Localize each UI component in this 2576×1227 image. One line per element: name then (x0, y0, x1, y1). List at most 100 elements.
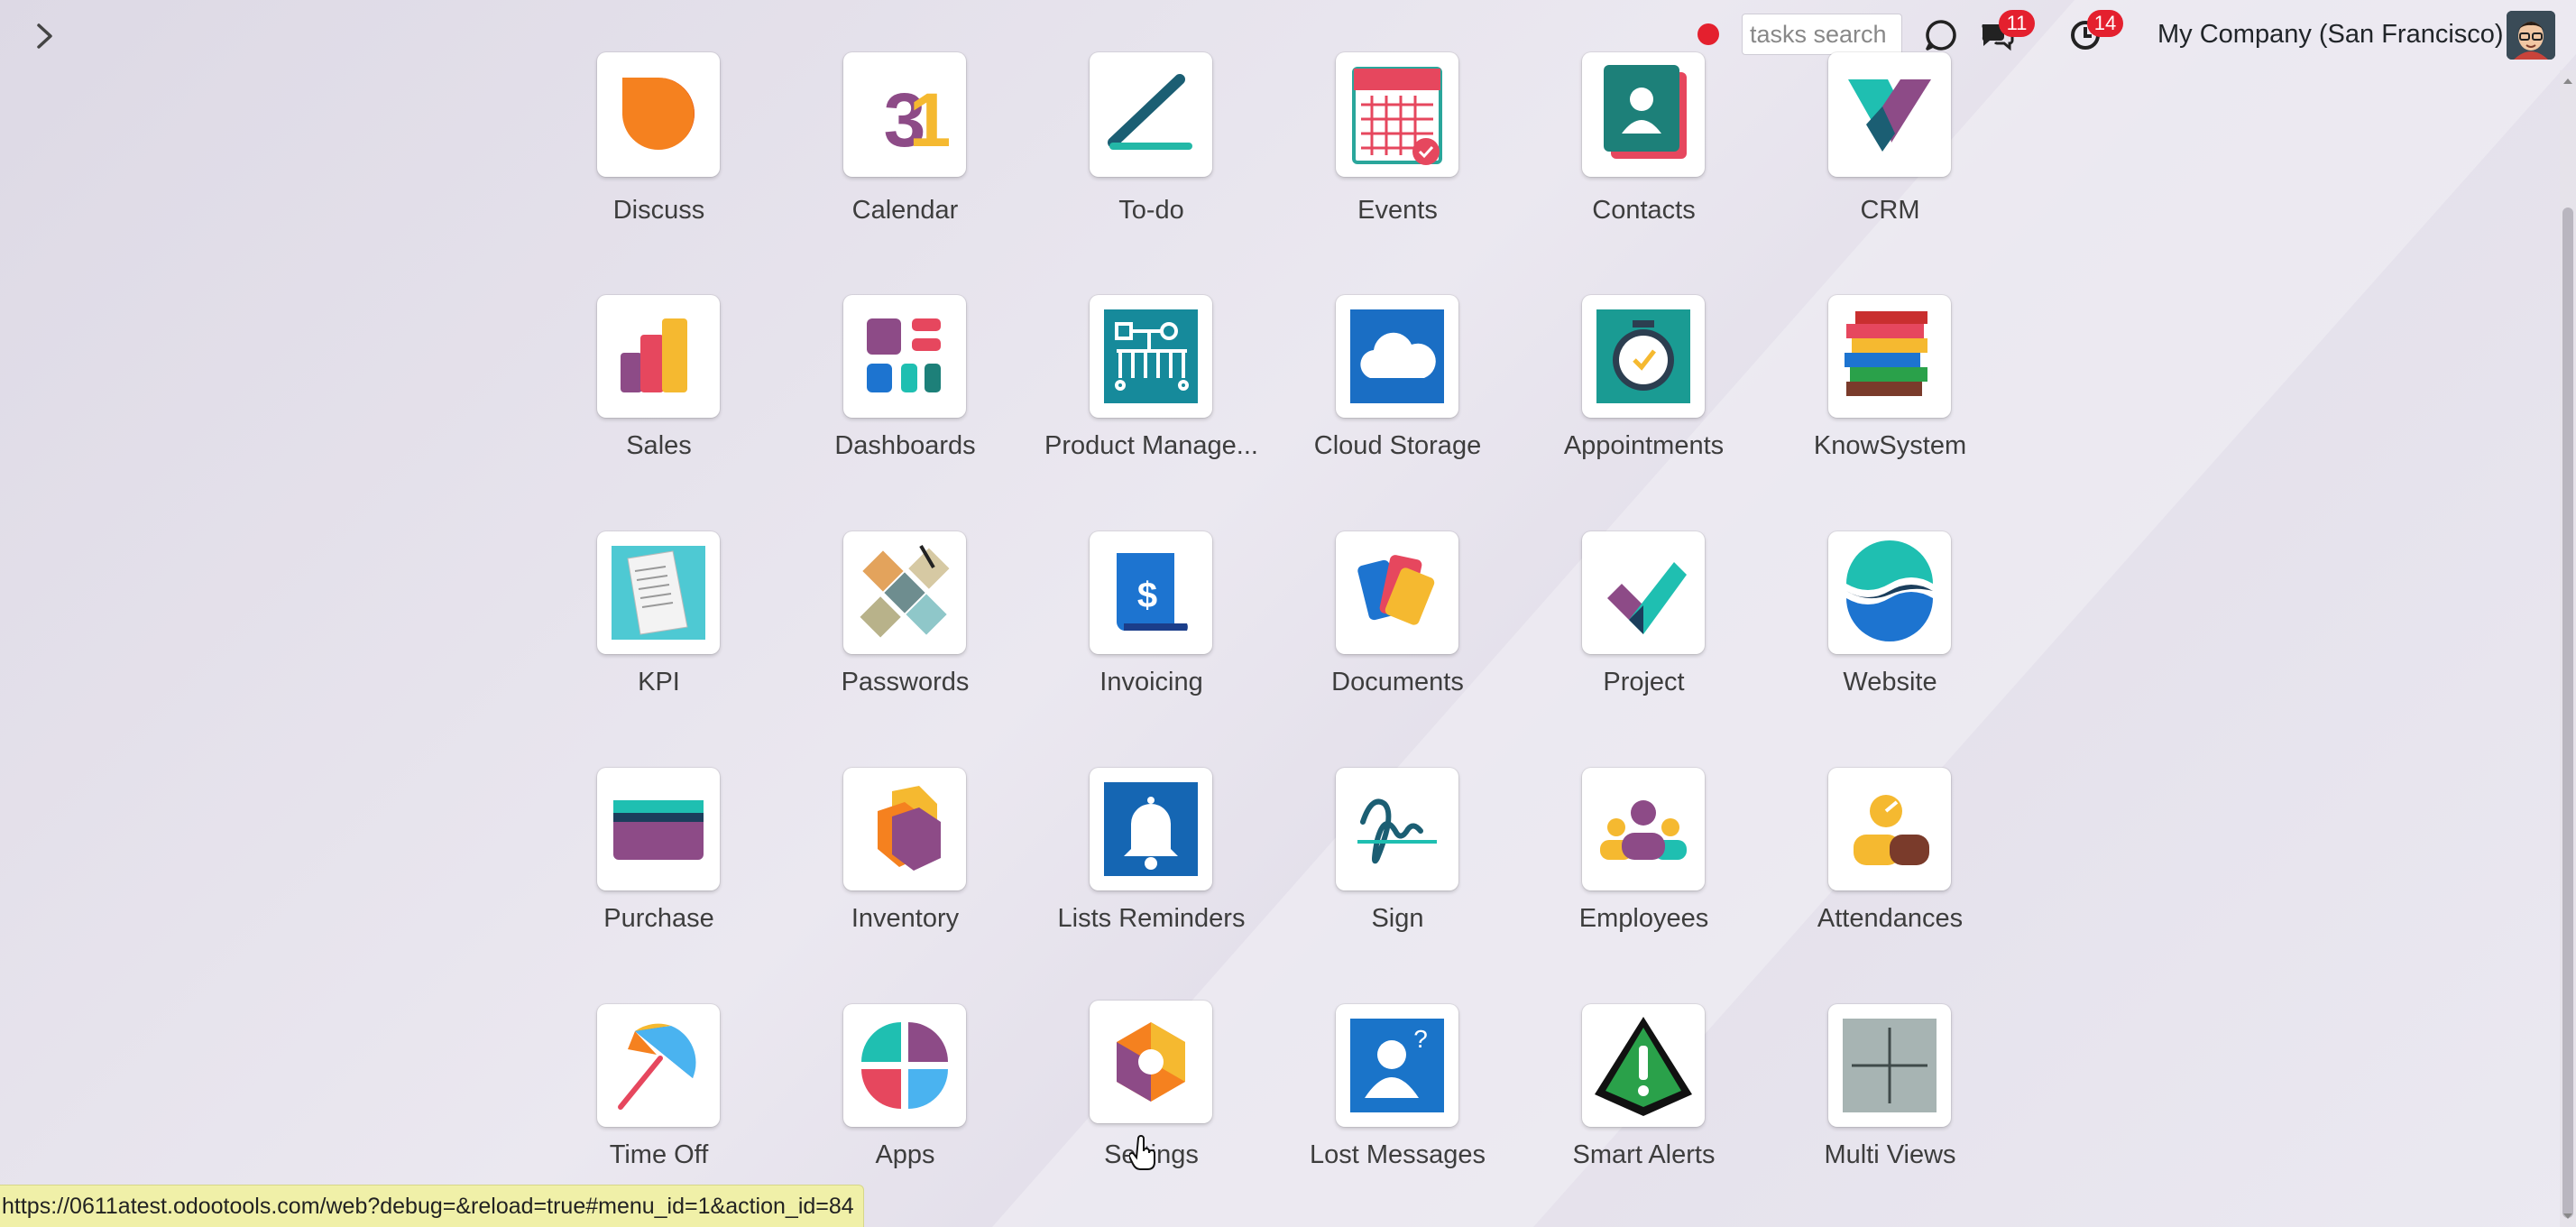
app-lost-messages[interactable]: ? Lost Messages (1280, 1004, 1526, 1212)
passwords-icon (843, 531, 966, 654)
app-label: To-do (1118, 196, 1184, 225)
settings-icon (1090, 1001, 1212, 1123)
app-sign[interactable]: Sign (1280, 768, 1526, 975)
app-knowsystem[interactable]: KnowSystem (1772, 295, 2019, 503)
scroll-up-arrow-icon[interactable] (2562, 76, 2573, 87)
smart-alerts-icon (1582, 1004, 1705, 1127)
app-label: Multi Views (1824, 1140, 1956, 1169)
recording-indicator-icon[interactable] (1697, 23, 1719, 45)
invoicing-icon: $ (1090, 531, 1212, 654)
website-icon (1828, 531, 1951, 654)
app-kpi[interactable]: KPI (541, 531, 787, 739)
sidebar-toggle-button[interactable] (27, 18, 63, 54)
app-multi-views[interactable]: Multi Views (1772, 1004, 2019, 1212)
app-invoicing[interactable]: $ Invoicing (1034, 531, 1280, 739)
svg-text:$: $ (1137, 576, 1157, 615)
messages-count-badge: 11 (1999, 10, 2035, 37)
app-purchase[interactable]: Purchase (541, 768, 787, 975)
svg-text:1: 1 (909, 78, 952, 162)
time-off-icon (597, 1004, 720, 1127)
calendar-icon: 31 (843, 52, 966, 177)
company-switcher[interactable]: My Company (San Francisco) (2157, 20, 2504, 50)
app-crm[interactable]: CRM (1772, 52, 2019, 267)
app-label: Appointments (1563, 431, 1725, 460)
crm-icon (1828, 52, 1951, 177)
app-apps[interactable]: Apps (787, 1004, 1034, 1212)
app-to-do[interactable]: To-do (1034, 52, 1280, 267)
app-dashboards[interactable]: Dashboards (787, 295, 1034, 503)
app-label: Sign (1371, 904, 1424, 933)
purchase-icon (597, 768, 720, 890)
app-smart-alerts[interactable]: Smart Alerts (1526, 1004, 1772, 1212)
app-time-off[interactable]: Time Off (541, 1004, 787, 1212)
app-label: Passwords (841, 668, 970, 697)
product-management-icon (1090, 295, 1212, 418)
app-documents[interactable]: Documents (1280, 531, 1526, 739)
scroll-down-arrow-icon[interactable] (2562, 1211, 2573, 1222)
link-status-bar: https://0611atest.odootools.com/web?debu… (0, 1185, 864, 1227)
app-website[interactable]: Website (1772, 531, 2019, 739)
app-label: Sales (626, 431, 692, 460)
app-label: Documents (1331, 668, 1464, 697)
appointments-icon (1582, 295, 1705, 418)
knowsystem-icon (1828, 295, 1951, 418)
cloud-storage-icon (1336, 295, 1458, 418)
app-label: Inventory (851, 904, 960, 933)
app-calendar[interactable]: 31 Calendar (787, 52, 1034, 267)
app-label: Dashboards (834, 431, 976, 460)
kpi-icon (597, 531, 720, 654)
tasks-search-input[interactable] (1742, 14, 1902, 55)
app-cloud-storage[interactable]: Cloud Storage (1280, 295, 1526, 503)
app-label: Apps (875, 1140, 935, 1169)
app-lists-reminders[interactable]: Lists Reminders (1034, 768, 1280, 975)
contacts-icon (1582, 52, 1705, 177)
messages-button[interactable]: 11 (1977, 10, 2035, 55)
sales-icon (597, 295, 720, 418)
activities-count-badge: 14 (2087, 10, 2123, 37)
chevron-right-icon (37, 23, 52, 49)
app-appointments[interactable]: Appointments (1526, 295, 1772, 503)
voip-phone-button[interactable] (1921, 15, 1961, 55)
phone-icon (1926, 20, 1956, 51)
inventory-icon (843, 768, 966, 890)
app-label: Events (1357, 196, 1438, 225)
app-inventory[interactable]: Inventory (787, 768, 1034, 975)
app-discuss[interactable]: Discuss (541, 52, 787, 267)
app-label: KPI (638, 668, 680, 697)
user-avatar[interactable] (2507, 11, 2555, 60)
app-label: Smart Alerts (1572, 1140, 1716, 1169)
scrollbar-thumb[interactable] (2562, 208, 2573, 1218)
app-employees[interactable]: Employees (1526, 768, 1772, 975)
app-contacts[interactable]: Contacts (1526, 52, 1772, 267)
app-sales[interactable]: Sales (541, 295, 787, 503)
todo-icon (1090, 52, 1212, 177)
app-product-management[interactable]: Product Manage... (1034, 295, 1280, 503)
sign-icon (1336, 768, 1458, 890)
app-label: Discuss (612, 196, 705, 225)
multi-views-icon (1828, 1004, 1951, 1127)
avatar-icon (2507, 11, 2555, 60)
documents-icon (1336, 531, 1458, 654)
app-passwords[interactable]: Passwords (787, 531, 1034, 739)
project-icon (1582, 531, 1705, 654)
app-label: Time Off (609, 1140, 709, 1169)
dashboards-icon (843, 295, 966, 418)
app-label: Lost Messages (1309, 1140, 1486, 1169)
employees-icon (1582, 768, 1705, 890)
app-label: Project (1603, 668, 1685, 697)
app-events[interactable]: Events (1280, 52, 1526, 267)
app-label: Employees (1578, 904, 1709, 933)
app-label: Attendances (1817, 904, 1964, 933)
activities-button[interactable]: 14 (2065, 10, 2123, 55)
attendances-icon (1828, 768, 1951, 890)
app-label: CRM (1860, 196, 1920, 225)
app-label: Purchase (603, 904, 714, 933)
app-project[interactable]: Project (1526, 531, 1772, 739)
apps-icon (843, 1004, 966, 1127)
app-label: Product Manage... (1044, 431, 1258, 460)
events-icon (1336, 52, 1458, 177)
svg-text:?: ? (1413, 1025, 1428, 1053)
app-attendances[interactable]: Attendances (1772, 768, 2019, 975)
app-settings[interactable]: Settings (1034, 1001, 1280, 1212)
app-label: Website (1843, 668, 1937, 697)
